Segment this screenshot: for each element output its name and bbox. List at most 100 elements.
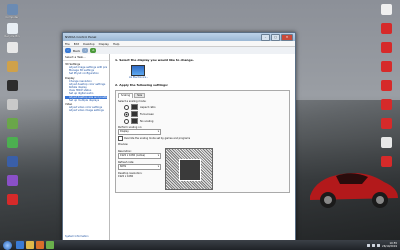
close-button[interactable]: ✕	[281, 33, 293, 41]
file-icon	[6, 42, 18, 53]
back-arrow-icon[interactable]: ‹	[65, 48, 71, 53]
file-icon	[6, 194, 18, 205]
menu-help[interactable]: Help	[113, 42, 119, 46]
desktop-icon[interactable]	[2, 175, 22, 187]
scaling-mode-icon	[131, 111, 138, 117]
scaling-mode-label: Full-screen	[140, 112, 154, 116]
tab-size[interactable]: Size	[134, 93, 146, 98]
scaling-mode-icon	[131, 118, 138, 124]
tray-flag-icon[interactable]	[377, 243, 381, 247]
section-select-display: 1. Select the display you would like to …	[115, 58, 194, 62]
tab-scaling[interactable]: Scaling	[118, 93, 134, 98]
explorer-icon[interactable]	[26, 241, 34, 249]
desktop-icon[interactable]	[376, 61, 396, 73]
override-checkbox-box[interactable]	[118, 136, 123, 141]
desktop-icon[interactable]	[2, 194, 22, 206]
nvidia-icon[interactable]	[46, 241, 54, 249]
desktop-icon[interactable]	[376, 23, 396, 35]
monitor-label: LG Electronics...	[129, 76, 149, 79]
system-tray: 10:55 26/10/2019	[367, 242, 400, 248]
ie-icon[interactable]	[16, 241, 24, 249]
override-scaling-checkbox[interactable]: Override the scaling mode set by games a…	[118, 136, 287, 141]
file-icon	[380, 99, 392, 110]
menu-display[interactable]: Display	[99, 42, 109, 46]
file-icon	[6, 4, 18, 15]
scaling-preview	[165, 148, 213, 190]
home-icon[interactable]: ⌂	[90, 48, 97, 53]
tray-volume-icon[interactable]	[372, 243, 376, 247]
menu-file[interactable]: File	[65, 42, 70, 46]
tree-item[interactable]: Set up multiple displays	[65, 99, 107, 102]
settings-box: Scaling Size Select a scaling mode: Aspe…	[115, 90, 290, 193]
desktop-icon[interactable]	[2, 80, 22, 92]
system-information-link[interactable]: System Information	[65, 235, 89, 238]
file-icon	[6, 137, 18, 148]
scaling-mode-radio[interactable]: No scaling	[124, 118, 287, 124]
resolution-select[interactable]: 1920 x 1080 (native)	[118, 153, 161, 159]
file-icon	[380, 42, 392, 53]
refresh-rate-select[interactable]: 60Hz	[118, 164, 161, 170]
file-icon	[6, 80, 18, 91]
settings-panel: 1. Select the display you would like to …	[110, 54, 295, 240]
file-icon	[380, 137, 392, 148]
window-title: NVIDIA Control Panel	[65, 35, 97, 39]
file-icon	[6, 175, 18, 186]
menu-desktop[interactable]: Desktop	[83, 42, 95, 46]
file-icon	[380, 80, 392, 91]
minimize-button[interactable]: –	[261, 33, 270, 41]
scaling-mode-radio[interactable]: Aspect ratio	[124, 104, 287, 110]
scaling-mode-radio[interactable]: Full-screen	[124, 111, 287, 117]
menu-edit[interactable]: Edit	[74, 42, 79, 46]
desktop-icon[interactable]: Computer	[2, 4, 22, 19]
maximize-button[interactable]: ▢	[271, 33, 280, 41]
perform-scaling-select[interactable]: Display	[118, 129, 161, 135]
desktop-icon[interactable]	[2, 61, 22, 73]
desktop-icon[interactable]	[376, 42, 396, 54]
preview-label: Preview	[118, 143, 128, 146]
desktop-icon-caption: Computer	[5, 16, 19, 19]
desktop-icon[interactable]	[2, 156, 22, 168]
monitor-icon[interactable]	[131, 65, 145, 76]
tray-network-icon[interactable]	[367, 243, 371, 247]
back-label[interactable]: Back	[73, 49, 80, 53]
section-apply-settings: 2. Apply the following settings:	[115, 83, 169, 87]
forward-arrow-icon[interactable]: ›	[82, 48, 89, 53]
file-icon	[6, 156, 18, 167]
task-panel-header: Select a Task...	[63, 54, 109, 61]
clock[interactable]: 10:55 26/10/2019	[382, 242, 397, 248]
taskbar: 10:55 26/10/2019	[0, 240, 400, 250]
file-icon	[6, 118, 18, 129]
desktop-icon[interactable]	[2, 42, 22, 54]
wallpaper-car	[310, 173, 398, 208]
radio-button[interactable]	[124, 104, 129, 110]
radio-button[interactable]	[124, 111, 129, 117]
tree-item[interactable]: Adjust video image settings	[65, 109, 107, 112]
desktop-icon[interactable]	[376, 118, 396, 130]
scaling-mode-icon	[131, 104, 138, 110]
override-scaling-label: Override the scaling mode set by games a…	[124, 137, 191, 140]
desktop-icon[interactable]	[2, 118, 22, 130]
media-player-icon[interactable]	[36, 241, 44, 249]
desktop-icon[interactable]	[376, 4, 396, 16]
title-bar: NVIDIA Control Panel – ▢ ✕	[63, 33, 295, 41]
start-button[interactable]	[3, 240, 12, 250]
desktop-icon[interactable]: Recycle Bin	[2, 23, 22, 38]
settings-tabs: Scaling Size	[118, 93, 287, 98]
file-icon	[380, 4, 392, 15]
desktop-icon[interactable]	[2, 99, 22, 111]
desktop-resolution-value: 1920 x 1080	[118, 175, 134, 178]
task-panel: Select a Task... 3D Settings Adjust image…	[63, 54, 110, 240]
scaling-mode-options: Aspect ratio Full-screen No scaling	[118, 104, 287, 124]
desktop-icon[interactable]	[376, 137, 396, 149]
desktop-icon-caption: Recycle Bin	[4, 35, 20, 38]
desktop-icon[interactable]	[2, 137, 22, 149]
radio-button[interactable]	[124, 118, 129, 124]
scaling-mode-label: Select a scaling mode:	[118, 100, 147, 103]
file-icon	[380, 61, 392, 72]
tree-item[interactable]: Set PhysX configuration	[65, 72, 107, 75]
desktop-icon[interactable]	[376, 80, 396, 92]
nvidia-control-panel-window: NVIDIA Control Panel – ▢ ✕ File Edit Des…	[62, 32, 296, 241]
scaling-mode-label: Aspect ratio	[140, 105, 156, 109]
clock-date: 26/10/2019	[382, 245, 397, 248]
desktop-icon[interactable]	[376, 99, 396, 111]
